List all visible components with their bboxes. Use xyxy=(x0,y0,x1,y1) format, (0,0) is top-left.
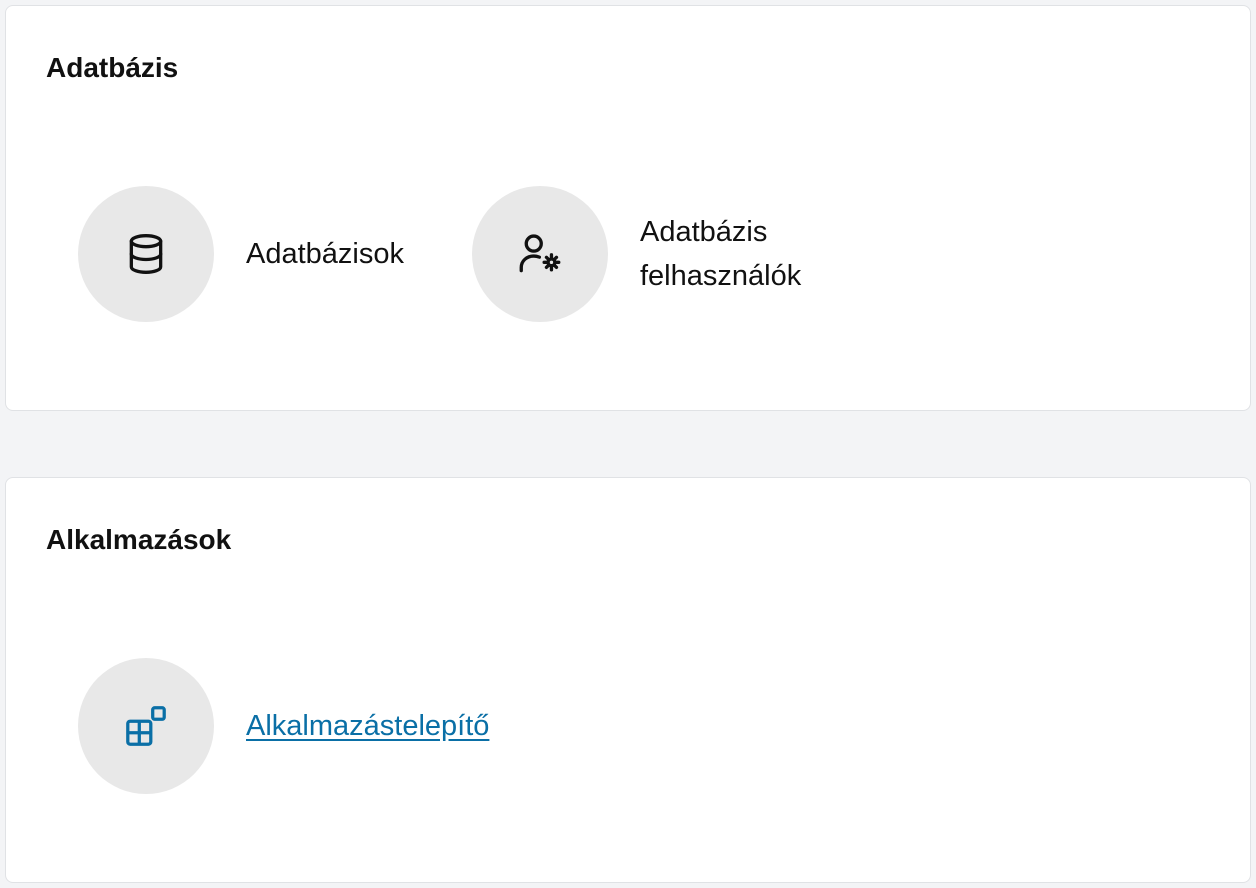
database-users-icon-circle[interactable] xyxy=(472,186,608,322)
app-installer-item[interactable]: Alkalmazástelepítő xyxy=(78,658,489,794)
databases-item[interactable]: Adatbázisok xyxy=(78,186,404,322)
database-card: Adatbázis Adatbázisok Adatbázis felhaszn… xyxy=(5,5,1251,411)
databases-label[interactable]: Adatbázisok xyxy=(246,232,404,276)
apps-card: Alkalmazások Alkalmazástelepítő xyxy=(5,477,1251,883)
app-installer-icon-circle[interactable] xyxy=(78,658,214,794)
apps-section-title: Alkalmazások xyxy=(46,524,232,555)
app-installer-link[interactable]: Alkalmazástelepítő xyxy=(246,704,489,748)
database-users-label[interactable]: Adatbázis felhasználók xyxy=(640,210,840,298)
database-icon xyxy=(129,234,163,274)
database-section-title: Adatbázis xyxy=(46,52,179,83)
user-gear-icon xyxy=(519,234,561,273)
database-users-item[interactable]: Adatbázis felhasználók xyxy=(472,186,840,322)
databases-icon-circle[interactable] xyxy=(78,186,214,322)
apps-grid-icon xyxy=(126,706,166,746)
